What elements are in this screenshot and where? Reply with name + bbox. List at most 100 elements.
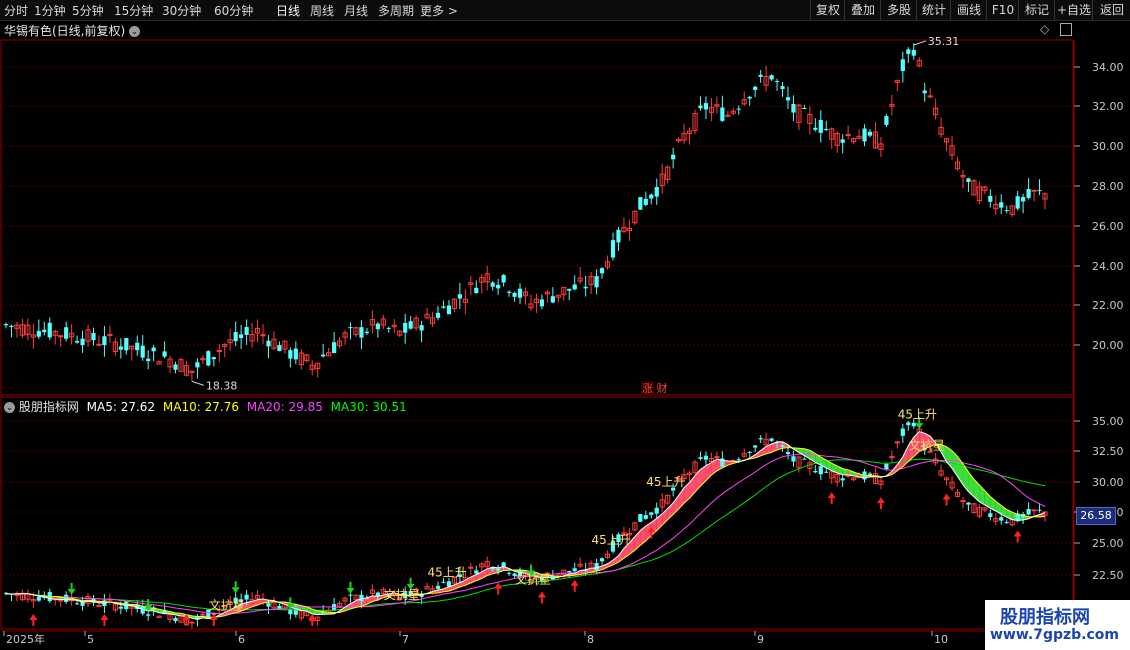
main-candle-down xyxy=(501,275,506,283)
indicator-candle-down xyxy=(649,512,654,515)
main-candle-down xyxy=(922,90,927,94)
ma10-value: MA10: 27.76 xyxy=(162,400,239,414)
indicator-candle-down xyxy=(435,585,441,589)
main-candle-down xyxy=(195,362,200,368)
y-tick-label: 24.00 xyxy=(1092,260,1124,273)
kline-chart[interactable]: 34.00 32.00 30.00 28.00 26.00 24.00 22.00 20.00… xyxy=(0,0,1130,650)
main-candle-down xyxy=(124,338,129,351)
indicator-candle-down xyxy=(474,570,479,574)
signal-label: 45上升 xyxy=(898,407,937,421)
main-candle-down xyxy=(474,287,479,294)
main-candle-down xyxy=(206,351,211,366)
main-candle-down xyxy=(900,59,905,72)
indicator-name: 股朋指标网 xyxy=(18,400,79,414)
main-candle-down xyxy=(654,186,659,197)
main-candle-down xyxy=(791,103,796,113)
event-badge: 涨 财 xyxy=(642,381,668,395)
indicator-candle-down xyxy=(840,478,845,481)
main-candle-down xyxy=(490,282,495,287)
main-candle-down xyxy=(906,49,911,54)
main-candle-down xyxy=(419,325,424,331)
main-candle-down xyxy=(80,338,85,346)
main-candle-down xyxy=(233,332,238,342)
main-candle-down xyxy=(386,327,391,329)
x-tick-label: 7 xyxy=(402,633,409,646)
indicator-candle-down xyxy=(780,445,785,447)
main-candle-down xyxy=(774,81,780,83)
main-candle-down xyxy=(599,268,605,274)
low-price-label: 18.38 xyxy=(206,379,238,392)
signal-label: 文抗星 xyxy=(909,438,945,453)
x-tick-label: 6 xyxy=(238,633,245,646)
indicator-candle-down xyxy=(900,428,905,436)
indicator-candle-down xyxy=(1004,522,1009,524)
buy-arrow xyxy=(29,614,38,620)
main-candle-down xyxy=(583,286,588,289)
main-candle-down xyxy=(9,325,14,327)
main-candle-down xyxy=(966,178,971,182)
main-candle-down xyxy=(118,346,123,350)
indicator-candle-down xyxy=(594,563,599,571)
indicator-candle-up xyxy=(714,456,720,459)
main-candle-down xyxy=(332,342,337,353)
main-candle-down xyxy=(736,108,741,110)
main-candle-down xyxy=(496,284,501,289)
main-candle-down xyxy=(457,294,462,299)
main-candle-down xyxy=(435,312,441,318)
indicator-candle-down xyxy=(441,581,446,583)
sell-arrow xyxy=(915,423,924,430)
main-candle-down xyxy=(140,345,145,358)
buy-arrow xyxy=(308,614,317,620)
indicator-candle-down xyxy=(999,517,1004,521)
main-candle-down xyxy=(867,131,873,136)
main-candle-down xyxy=(862,128,867,142)
buy-arrow xyxy=(827,492,836,499)
main-candle-down xyxy=(151,347,156,352)
indicator-candle-up xyxy=(58,599,64,602)
buy-arrow xyxy=(876,497,885,504)
y-tick-label: 35.00 xyxy=(1092,415,1124,428)
main-candle-down xyxy=(408,321,413,329)
main-candle-down xyxy=(785,97,791,101)
indicator-candle-down xyxy=(791,456,796,462)
main-candle-down xyxy=(403,322,408,333)
indicator-candle-down xyxy=(698,457,703,459)
main-candle-down xyxy=(698,105,703,109)
signal-label: 45上升 xyxy=(592,533,631,547)
indicator-candle-down xyxy=(74,603,80,605)
y-tick-label: 28.00 xyxy=(1092,180,1124,193)
main-candle-down xyxy=(446,305,452,315)
indicator-candle-down xyxy=(599,558,605,562)
x-tick-label: 10 xyxy=(934,633,948,646)
main-candle-down xyxy=(840,139,845,143)
ma5-value: MA5: 27.62 xyxy=(86,400,156,414)
indicator-candle-down xyxy=(785,452,791,455)
indicator-candle-down xyxy=(818,466,823,475)
indicator-candle-down xyxy=(1026,509,1031,515)
main-candle-down xyxy=(802,107,807,109)
main-candle-up xyxy=(725,114,731,117)
y-tick-label: 20.00 xyxy=(1092,339,1124,352)
indicator-candle-down xyxy=(567,570,572,573)
indicator-candle-down xyxy=(348,594,353,596)
main-candle-down xyxy=(375,323,380,330)
indicator-candle-down xyxy=(1037,509,1042,511)
indicator-candle-down xyxy=(747,451,752,453)
indicator-candle-down xyxy=(146,614,151,616)
buy-arrow xyxy=(537,591,546,598)
indicator-candle-down xyxy=(496,568,501,571)
watermark-title: 股朋指标网 xyxy=(1000,607,1090,628)
main-candle-down xyxy=(572,284,577,290)
main-candle-down xyxy=(277,345,282,352)
indicator-candle-down xyxy=(703,455,709,460)
main-candle-down xyxy=(364,331,370,334)
indicator-candle-down xyxy=(966,502,971,505)
main-candle-down xyxy=(1037,190,1042,192)
main-candle-down xyxy=(638,197,643,210)
chevron-down-icon[interactable]: ⌄ xyxy=(4,402,15,413)
main-candle-down xyxy=(911,49,916,56)
indicator-candle-up xyxy=(960,500,966,503)
main-candle-up xyxy=(845,134,851,137)
y-tick-label: 22.00 xyxy=(1092,299,1124,312)
y-tick-label: 30.00 xyxy=(1092,476,1124,489)
